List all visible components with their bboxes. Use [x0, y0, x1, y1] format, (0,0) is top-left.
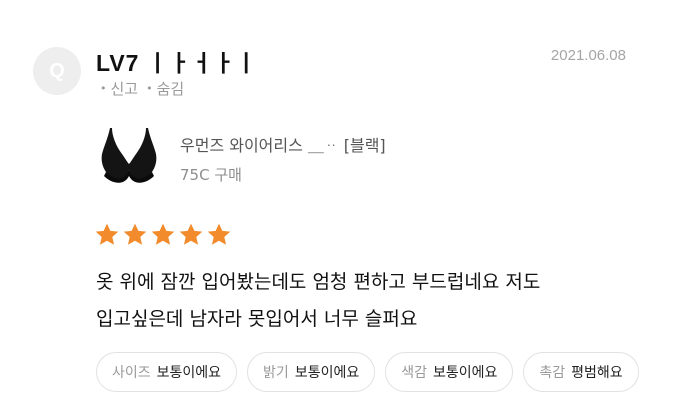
- review-actions: • 신고 • 숨김: [100, 78, 192, 99]
- tag-key: 사이즈: [112, 365, 151, 381]
- tag-value: 보통이에요: [294, 365, 360, 381]
- tag-key: 색감: [401, 365, 427, 381]
- username: LV7 ㅣㅏㅓㅏㅣ: [96, 50, 258, 76]
- star-icon: [207, 223, 231, 245]
- tag-value: 보통이에요: [432, 365, 498, 381]
- bullet-icon: •: [146, 82, 153, 95]
- product-info[interactable]: 우먼즈 와이어리스 ＿ᆢ [블랙] 75C 구매: [96, 124, 386, 190]
- avatar-letter: Q: [49, 59, 65, 82]
- star-icon: [179, 223, 203, 245]
- tag-brightness: 밝기 보통이에요: [247, 352, 376, 392]
- bullet-icon: •: [100, 82, 107, 95]
- tag-color: 색감 보통이에요: [385, 352, 514, 392]
- star-icon: [95, 223, 119, 245]
- tag-key: 밝기: [263, 365, 289, 381]
- bra-icon: [101, 128, 157, 183]
- report-link[interactable]: 신고: [111, 78, 139, 99]
- review-text-line: 옷 위에 잠깐 입어봤는데도 엄청 편하고 부드럽네요 저도: [96, 271, 541, 293]
- review-tags: 사이즈 보통이에요 밝기 보통이에요 색감 보통이에요 촉감 평범해요: [96, 352, 650, 392]
- review-text: 옷 위에 잠깐 입어봤는데도 엄청 편하고 부드럽네요 저도 입고싶은데 남자라…: [96, 264, 656, 338]
- avatar[interactable]: Q: [33, 47, 81, 95]
- review-text-line: 입고싶은데 남자라 못입어서 너무 슬퍼요: [96, 308, 418, 330]
- product-option: 75C 구매: [180, 166, 242, 184]
- star-icon: [151, 223, 175, 245]
- hide-link[interactable]: 숨김: [157, 78, 185, 99]
- tag-key: 촉감: [539, 365, 566, 381]
- review-date: 2021.06.08: [550, 47, 626, 64]
- tag-texture: 촉감 평범해요: [523, 352, 639, 392]
- tag-value: 보통이에요: [156, 365, 222, 381]
- product-name: 우먼즈 와이어리스 ＿ᆢ [블랙]: [180, 136, 386, 155]
- tag-size: 사이즈 보통이에요: [96, 352, 238, 392]
- star-icon: [123, 223, 147, 245]
- star-rating: [94, 222, 232, 248]
- tag-value: 평범해요: [571, 365, 623, 381]
